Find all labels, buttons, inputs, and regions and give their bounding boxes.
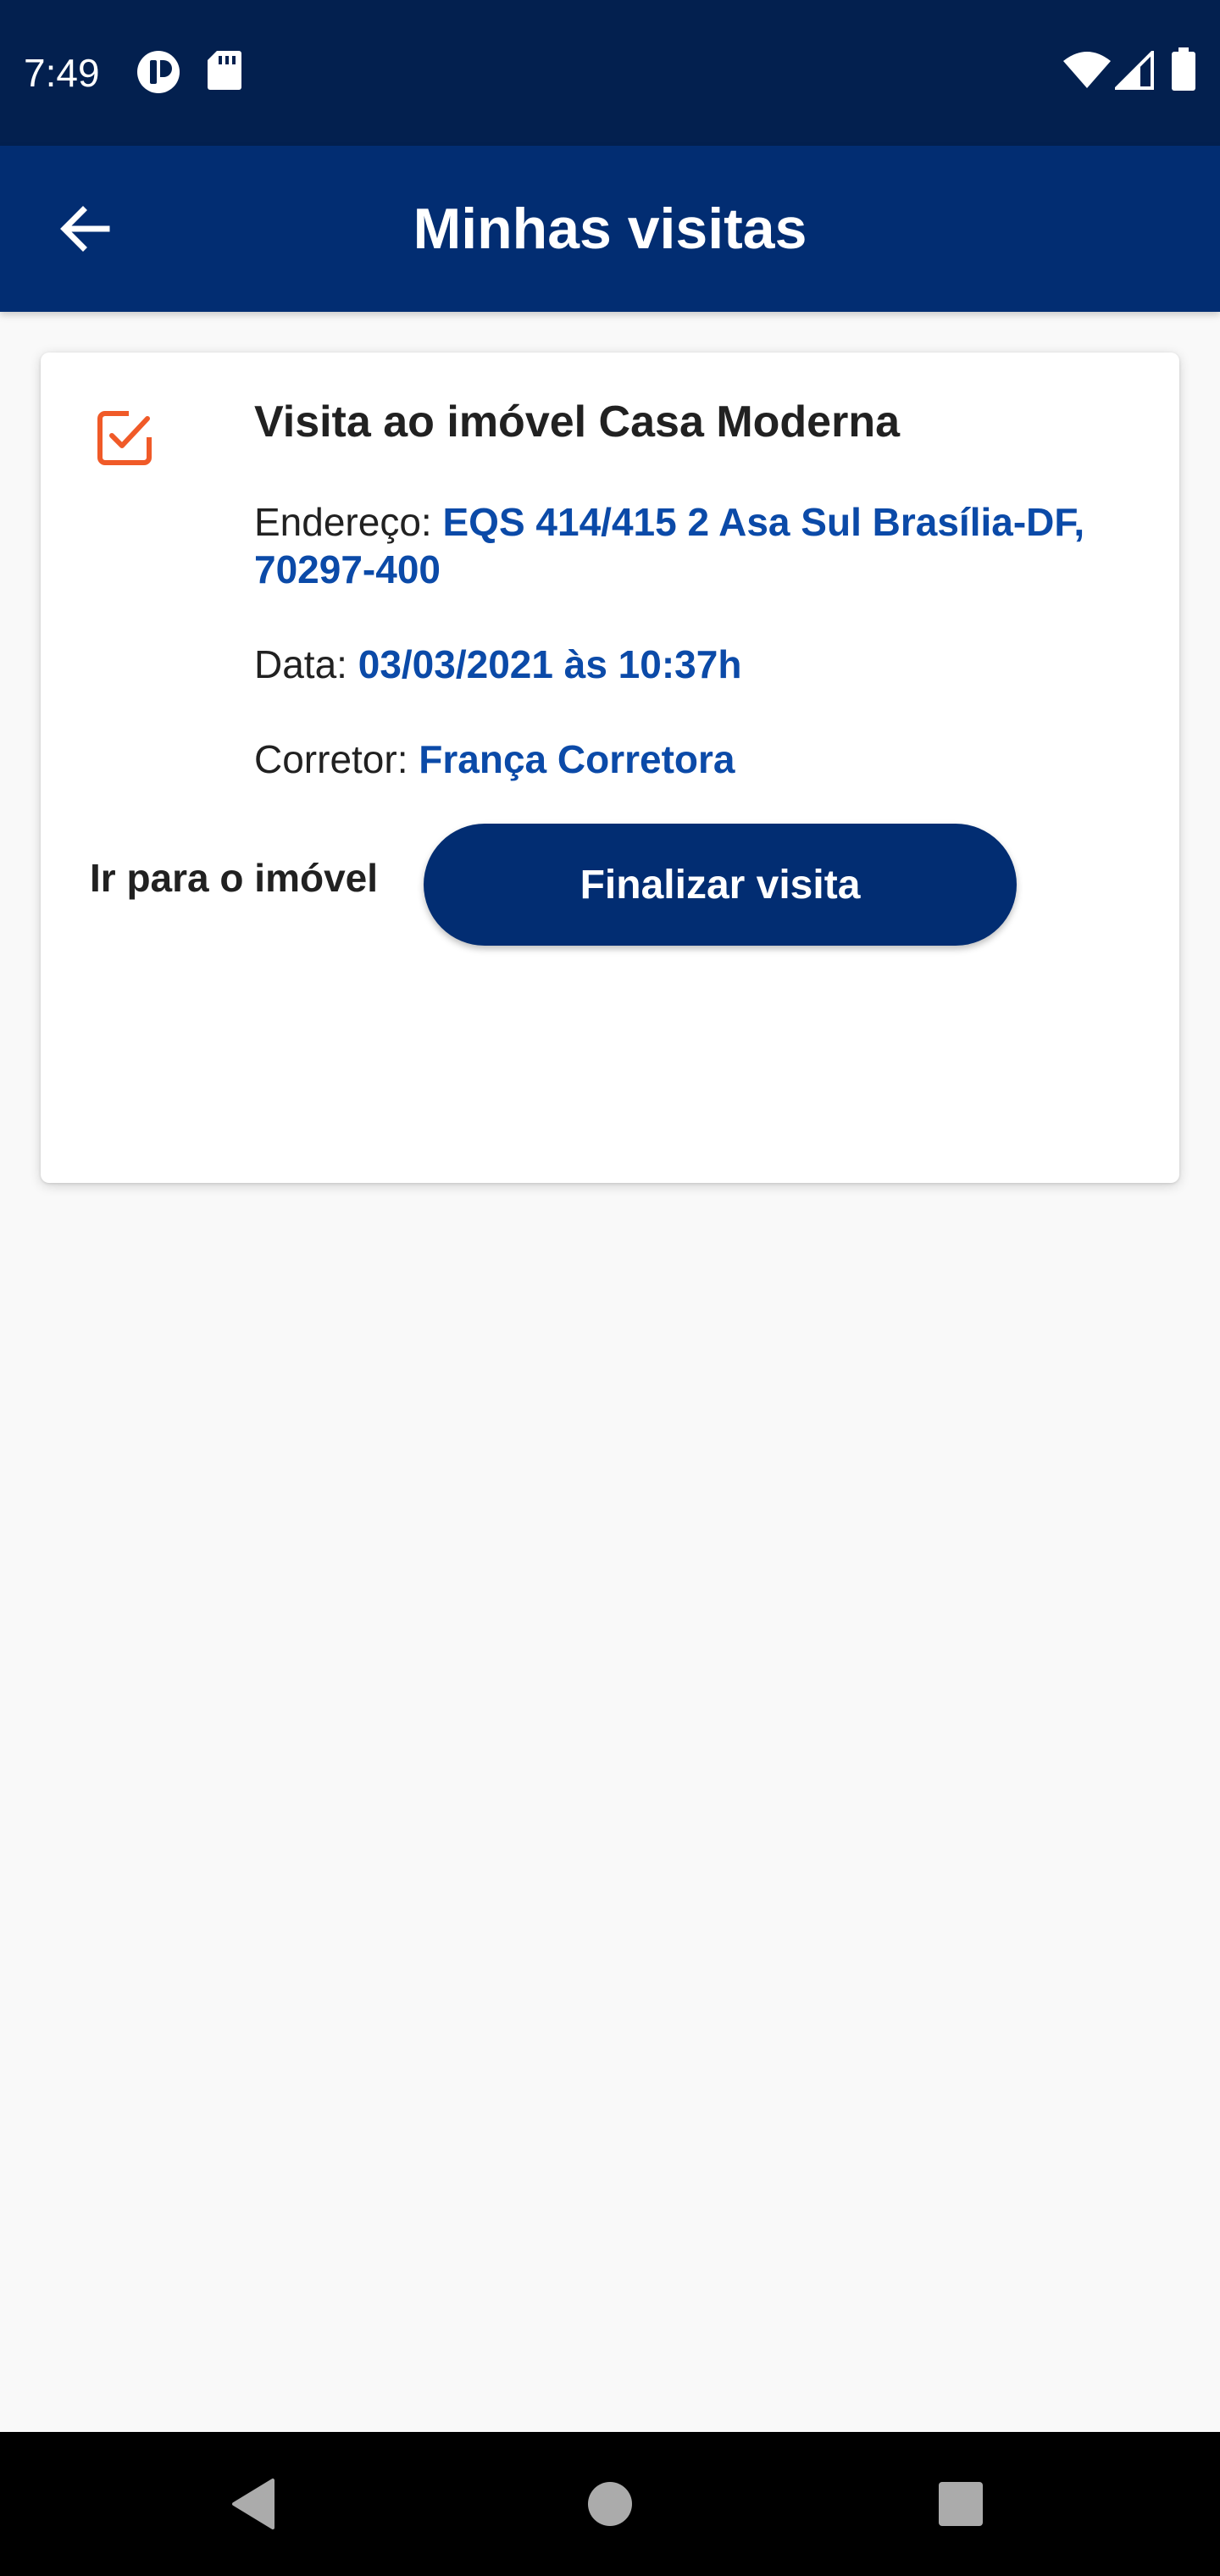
go-to-property-link[interactable]: Ir para o imóvel — [90, 854, 378, 902]
broker-value: França Corretora — [419, 737, 735, 781]
wifi-icon — [1062, 51, 1112, 94]
broker-line: Corretor: França Corretora — [254, 736, 1135, 783]
navigation-bar — [0, 2432, 1220, 2576]
recents-square-icon — [939, 2482, 983, 2526]
visit-title: Visita ao imóvel Casa Moderna — [254, 397, 900, 447]
nav-back-button[interactable] — [212, 2462, 297, 2546]
app-bar: Minhas visitas — [0, 146, 1220, 312]
visit-card: Visita ao imóvel Casa Moderna Endereço: … — [41, 353, 1179, 1183]
signal-icon — [1112, 48, 1154, 94]
date-value: 03/03/2021 às 10:37h — [358, 642, 742, 686]
status-bar: 7:49 — [0, 0, 1220, 146]
nav-home-button[interactable] — [568, 2462, 652, 2546]
finish-visit-button[interactable]: Finalizar visita — [424, 824, 1017, 946]
date-line: Data: 03/03/2021 às 10:37h — [254, 641, 1135, 688]
checkbox-checked-icon — [95, 408, 154, 472]
battery-icon — [1171, 47, 1196, 96]
address-label: Endereço: — [254, 500, 443, 544]
media-app-icon — [136, 49, 181, 99]
broker-label: Corretor: — [254, 737, 419, 781]
sd-card-icon — [207, 49, 242, 96]
address-line: Endereço: EQS 414/415 2 Asa Sul Brasília… — [254, 498, 1135, 593]
nav-recents-button[interactable] — [918, 2462, 1003, 2546]
page-title: Minhas visitas — [413, 197, 807, 261]
date-label: Data: — [254, 642, 358, 686]
home-circle-icon — [588, 2482, 632, 2526]
back-triangle-icon — [232, 2479, 274, 2529]
status-time: 7:49 — [24, 51, 100, 95]
